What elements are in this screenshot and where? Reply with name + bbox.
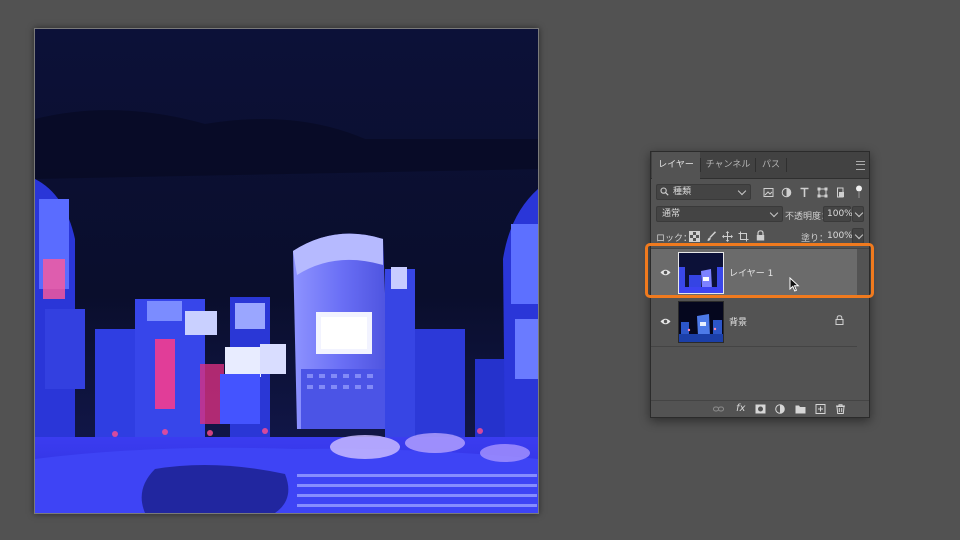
document-canvas[interactable] — [34, 28, 539, 514]
lock-position-move-icon[interactable] — [722, 231, 733, 242]
filter-toggle-icon[interactable] — [855, 185, 863, 199]
search-icon — [660, 187, 669, 196]
layer-name[interactable]: 背景 — [729, 315, 747, 328]
layer-filter-row: 種類 — [651, 183, 869, 201]
layer-thumbnail — [678, 301, 724, 343]
opacity-slider-toggle[interactable] — [852, 206, 864, 222]
opacity-input[interactable]: 100% — [823, 206, 853, 222]
layer-filter-kind-select[interactable]: 種類 — [656, 184, 751, 200]
link-layers-icon[interactable] — [713, 404, 724, 414]
lock-transparent-pixels-icon[interactable] — [689, 231, 700, 242]
layer-style-fx-icon[interactable]: fx — [736, 403, 745, 414]
fill-slider-toggle[interactable] — [852, 228, 864, 244]
lock-artboard-icon[interactable] — [738, 231, 749, 242]
lock-image-pixels-brush-icon[interactable] — [706, 231, 717, 242]
new-group-folder-icon[interactable] — [795, 404, 806, 414]
layer-filter-kind-label: 種類 — [673, 187, 692, 197]
fill-input[interactable]: 100% — [823, 228, 853, 244]
tab-paths[interactable]: パス — [756, 152, 786, 178]
chevron-down-icon — [854, 230, 864, 240]
tab-layers[interactable]: レイヤー — [652, 152, 700, 179]
chevron-down-icon — [854, 208, 864, 218]
add-layer-mask-icon[interactable] — [755, 404, 766, 414]
opacity-value: 100% — [827, 209, 853, 219]
canvas-image-shibuya — [35, 29, 538, 513]
shape-layer-filter-icon[interactable] — [817, 187, 828, 198]
mouse-cursor-arrow-icon — [789, 277, 800, 292]
layer-row-background[interactable]: 背景 — [651, 298, 857, 347]
blend-opacity-row: 通常 不透明度： 100% — [651, 205, 869, 223]
layer-thumbnail-image — [679, 302, 723, 342]
delete-layer-trash-icon[interactable] — [835, 404, 846, 414]
panel-tab-bar: レイヤー チャンネル パス — [651, 152, 869, 179]
type-layer-filter-icon[interactable] — [799, 187, 810, 198]
panel-menu-icon[interactable] — [856, 161, 865, 170]
blend-mode-select[interactable]: 通常 — [656, 206, 783, 222]
lock-all-icon[interactable] — [755, 230, 766, 241]
selected-layer-highlight-frame — [645, 243, 874, 298]
tab-channels[interactable]: チャンネル — [701, 152, 755, 178]
layer-locked-icon — [835, 315, 844, 325]
visibility-eye-icon[interactable] — [660, 317, 671, 326]
chevron-down-icon — [737, 186, 747, 196]
adjustment-layer-filter-icon[interactable] — [781, 187, 792, 198]
blend-mode-value: 通常 — [662, 209, 681, 219]
new-layer-icon[interactable] — [815, 404, 826, 414]
new-adjustment-layer-icon[interactable] — [775, 404, 786, 414]
chevron-down-icon — [769, 208, 779, 218]
pixel-layer-filter-icon[interactable] — [763, 187, 774, 198]
fill-value: 100% — [827, 231, 853, 241]
smart-object-filter-icon[interactable] — [835, 187, 846, 198]
tab-divider — [786, 158, 787, 172]
layers-bottom-toolbar: fx — [651, 400, 869, 417]
